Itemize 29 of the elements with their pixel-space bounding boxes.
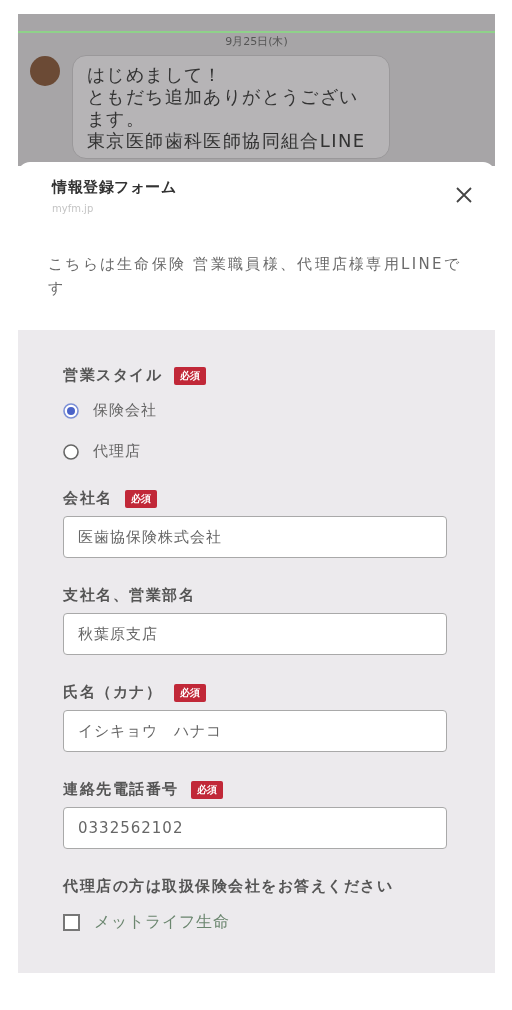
- date-label: 9月25日(木): [225, 34, 288, 49]
- checkbox-label: メットライフ生命: [94, 912, 230, 933]
- checkbox[interactable]: [63, 914, 80, 931]
- field-label: 連絡先電話番号: [63, 780, 179, 799]
- message-text: はじめまして！: [87, 64, 224, 86]
- input-field[interactable]: 秋葉原支店: [63, 613, 447, 655]
- field-label: 営業スタイル: [63, 366, 162, 385]
- close-icon[interactable]: [455, 186, 473, 204]
- required-badge: 必須: [174, 683, 206, 702]
- message-text: 東京医師歯科医師協同組合LINE: [87, 130, 367, 152]
- input-field[interactable]: 医歯協保険株式会社: [63, 516, 447, 558]
- input-field[interactable]: 0332562102: [63, 807, 447, 849]
- required-badge: 必須: [190, 780, 223, 799]
- sheet-title: 情報登録フォーム: [52, 178, 176, 197]
- domain-label: myfm.jp: [52, 203, 95, 214]
- radio-button[interactable]: [63, 402, 79, 419]
- radio-label: 保険会社: [93, 401, 157, 420]
- field-label: 氏名（カナ）: [63, 683, 162, 702]
- required-badge: 必須: [124, 489, 157, 508]
- field-label: 支社名、営業部名: [63, 586, 195, 605]
- message-text: ともだち追加ありがとうございます。: [87, 86, 360, 130]
- radio-button[interactable]: [63, 443, 79, 460]
- intro-text: こちらは生命保険 営業職員様、代理店様専用LINEです: [48, 254, 463, 299]
- field-label: 代理店の方は取扱保険会社をお答えください: [63, 877, 393, 896]
- field-label: 会社名: [63, 489, 113, 508]
- avatar-icon: [30, 56, 60, 86]
- input-field[interactable]: イシキョウ ハナコ: [63, 710, 447, 752]
- radio-label: 代理店: [93, 442, 141, 461]
- required-badge: 必須: [174, 366, 206, 385]
